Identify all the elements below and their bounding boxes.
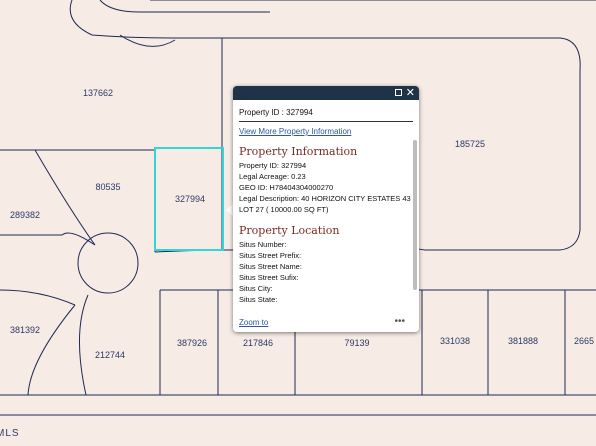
popup-titlebar: ✕	[233, 86, 419, 100]
field-legal-description: Legal Description: 40 HORIZON CITY ESTAT…	[239, 194, 411, 214]
property-id-heading: Property ID : 327994	[239, 108, 313, 117]
popup-scrollbar[interactable]	[413, 140, 417, 290]
field-situs-city: Situs City:	[239, 284, 273, 293]
close-icon[interactable]: ✕	[406, 87, 415, 99]
ellipsis-icon[interactable]: •••	[394, 316, 405, 327]
field-situs-state: Situs State:	[239, 295, 278, 304]
parcel-label[interactable]: 381392	[10, 325, 40, 335]
titlebar-icons: ✕	[394, 87, 415, 99]
parcel-label-selected[interactable]: 327994	[175, 194, 205, 204]
map-canvas[interactable]: 137662 185725 80535 327994 289382 381392…	[0, 0, 596, 446]
field-property-id: Property ID: 327994	[239, 161, 307, 170]
popup-pointer	[226, 204, 233, 216]
parcel-label[interactable]: 331038	[440, 336, 470, 346]
field-situs-number: Situs Number:	[239, 240, 287, 249]
field-legal-acreage: Legal Acreage: 0.23	[239, 172, 306, 181]
parcel-label[interactable]: 80535	[95, 182, 120, 192]
view-more-info-link[interactable]: View More Property Information	[239, 127, 413, 136]
maximize-icon[interactable]	[394, 89, 402, 96]
property-information-heading: Property Information	[239, 145, 358, 158]
parcel-label[interactable]: 289382	[10, 210, 40, 220]
parcel-label[interactable]: 212744	[95, 350, 125, 360]
parcel-label[interactable]: 2665	[574, 336, 594, 346]
parcel-label[interactable]: 137662	[83, 88, 113, 98]
parcel-label[interactable]: 217846	[243, 338, 273, 348]
parcel-label[interactable]: 381888	[508, 336, 538, 346]
field-geo-id: GEO ID: H78404304000270	[239, 183, 334, 192]
field-situs-street-prefix: Situs Street Prefix:	[239, 251, 302, 260]
parcel-label[interactable]: 79139	[344, 338, 369, 348]
field-situs-street-name: Situs Street Name:	[239, 262, 302, 271]
popup-body: Property ID : 327994 View More Property …	[233, 100, 419, 318]
parcel-label[interactable]: 387926	[177, 338, 207, 348]
watermark-text: MLS	[0, 428, 20, 439]
zoom-to-link[interactable]: Zoom to	[239, 318, 268, 327]
title-divider	[239, 121, 413, 122]
property-location-heading: Property Location	[239, 224, 340, 237]
property-popup: ✕ Property ID : 327994 View More Propert…	[233, 86, 419, 332]
parcel-label[interactable]: 185725	[455, 139, 485, 149]
field-situs-street-sufix: Situs Street Sufix:	[239, 273, 299, 282]
popup-footer: Zoom to •••	[233, 316, 419, 332]
